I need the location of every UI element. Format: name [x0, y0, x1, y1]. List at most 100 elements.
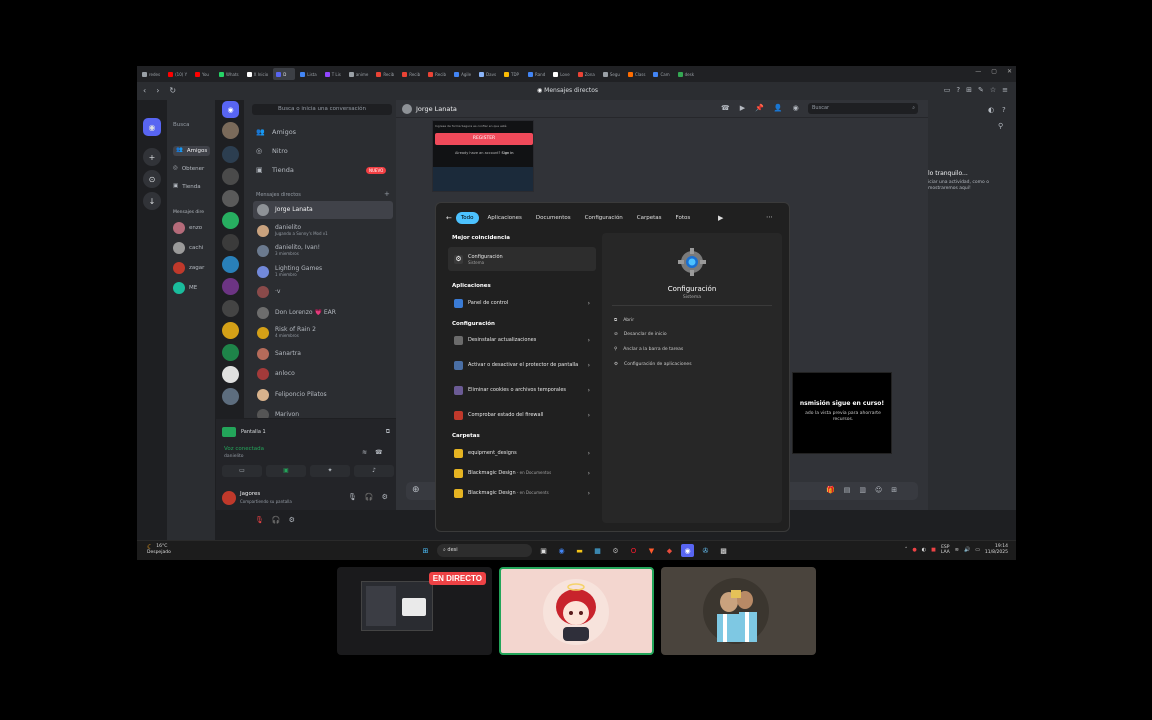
avatar[interactable] — [222, 491, 236, 505]
server-icon[interactable] — [222, 234, 239, 251]
detail-action[interactable]: ⚙ Configuración de aplicaciones — [614, 362, 692, 367]
dm-item[interactable]: Lighting Games 1 miembro — [253, 263, 393, 281]
browser-tab[interactable]: (10) Y — [165, 68, 190, 80]
app-icon[interactable]: ◆ — [663, 544, 676, 557]
back-icon[interactable]: ‹ — [143, 86, 146, 95]
back-arrow-icon[interactable]: ← — [446, 214, 452, 222]
detail-action[interactable]: ⚲ Anclar a la barra de tareas — [614, 347, 683, 352]
inbox-icon[interactable]: ▭ — [944, 86, 951, 94]
soundboard-button[interactable]: ♪ — [354, 465, 394, 477]
filter-chip[interactable]: Fotos — [671, 212, 696, 224]
dm-item[interactable]: cachi — [173, 242, 203, 254]
discord-home-icon[interactable]: ◉ — [222, 101, 239, 118]
add-dm-icon[interactable]: + — [384, 190, 390, 198]
headphones-icon[interactable]: 🎧 — [365, 493, 374, 501]
app-icon[interactable]: ▩ — [717, 544, 730, 557]
tray-app-icon[interactable]: ◐ — [922, 547, 926, 553]
explore-icon[interactable]: ⊙ — [143, 170, 161, 188]
call-icon[interactable]: ☎ — [721, 104, 730, 112]
clock[interactable]: 19:14 11/8/2025 — [985, 544, 1008, 556]
settings-icon[interactable]: ⚙ — [609, 544, 622, 557]
nav-nitro[interactable]: ◎ Obtener — [173, 166, 204, 172]
pin-icon[interactable]: ✎ — [978, 86, 984, 94]
chat-search-input[interactable]: Buscar ⌕ — [808, 103, 918, 114]
dm-item[interactable]: anloco — [253, 365, 393, 383]
file-explorer-icon[interactable]: ▬ — [573, 544, 586, 557]
task-view-icon[interactable]: ▣ — [537, 544, 550, 557]
filter-chip[interactable]: Configuración — [580, 212, 628, 224]
close-icon[interactable]: ✕ — [1007, 68, 1012, 75]
reload-icon[interactable]: ↻ — [169, 86, 176, 95]
conversation-search[interactable]: Busca o inicia una conversación — [252, 104, 392, 115]
pin-icon[interactable]: ⚲ — [998, 122, 1003, 130]
more-filters-icon[interactable]: ▶ — [718, 214, 723, 222]
settings-icon[interactable]: ⚙ — [382, 493, 388, 501]
gift-icon[interactable]: 🎁 — [826, 486, 835, 494]
help-icon[interactable]: ? — [956, 86, 960, 94]
popout-icon[interactable]: ⧉ — [386, 428, 390, 436]
help-icon[interactable]: ? — [1002, 106, 1006, 114]
tray-app-icon[interactable]: ● — [912, 547, 916, 553]
chrome-icon[interactable]: ◉ — [555, 544, 568, 557]
opera-icon[interactable]: O — [627, 544, 640, 557]
browser-tab[interactable]: Davs — [476, 68, 499, 80]
nav-friends[interactable]: 👥 Amigos — [173, 146, 211, 156]
dm-item[interactable]: Sanartra — [253, 345, 393, 363]
detail-action[interactable]: ⊘ Desanclar de inicio — [614, 332, 667, 337]
chevron-up-icon[interactable]: ˄ — [905, 547, 908, 553]
browser-tab[interactable]: D — [273, 68, 296, 80]
server-icon[interactable] — [222, 168, 239, 185]
server-icon[interactable] — [222, 190, 239, 207]
filter-chip[interactable]: Documentos — [531, 212, 576, 224]
nav-shop[interactable]: ▣ Tienda — [173, 184, 201, 190]
brave-icon[interactable]: ▼ — [645, 544, 658, 557]
browser-tab[interactable]: redes — [139, 68, 163, 80]
filter-chip[interactable]: Todo — [455, 212, 479, 224]
browser-tab[interactable]: Rand — [525, 68, 548, 80]
browser-tab[interactable]: You — [192, 68, 214, 80]
search-box[interactable]: Busca — [173, 122, 190, 128]
server-icon[interactable] — [222, 388, 239, 405]
browser-tab[interactable]: T Lis — [322, 68, 344, 80]
browser-tab[interactable]: Recib — [425, 68, 449, 80]
pin-icon[interactable]: 📌 — [755, 104, 764, 112]
taskbar-search[interactable]: ⌕ desi — [437, 544, 532, 557]
maximize-icon[interactable]: ▢ — [991, 68, 997, 75]
dm-item[interactable]: zagar — [173, 262, 204, 274]
participant-tile[interactable] — [661, 567, 816, 655]
server-icon[interactable] — [222, 322, 239, 339]
server-icon[interactable] — [222, 366, 239, 383]
tray-app-icon[interactable]: ■ — [931, 547, 936, 553]
profile-icon[interactable]: ◉ — [793, 104, 799, 112]
screen-share-item[interactable]: Pantalla 1 ⧉ — [222, 425, 390, 439]
browser-tab[interactable]: Cam — [650, 68, 672, 80]
store-icon[interactable]: ▦ — [591, 544, 604, 557]
video-icon[interactable]: ▶ — [740, 104, 745, 112]
browser-tab[interactable]: Love — [550, 68, 572, 80]
language-indicator[interactable]: ESP LAA — [941, 545, 950, 555]
participant-tile-stream[interactable]: EN DIRECTO — [337, 567, 492, 655]
search-result-item[interactable]: Blackmagic Design - en Documents › — [448, 484, 596, 502]
search-result-item[interactable]: equipment_designs › — [448, 444, 596, 462]
browser-tab[interactable]: X Inicio — [244, 68, 272, 80]
menu-icon[interactable]: ≡ — [1002, 86, 1008, 94]
windows-start-icon[interactable]: ⊞ — [419, 544, 432, 557]
activity-button[interactable]: ✦ — [310, 465, 350, 477]
extensions-icon[interactable]: ⊞ — [966, 86, 972, 94]
browser-tab[interactable]: anime — [346, 68, 371, 80]
battery-icon[interactable]: ▭ — [975, 547, 980, 553]
wifi-icon[interactable]: ≋ — [955, 547, 959, 553]
search-result-item[interactable]: Activar o desactivar el protector de pan… — [448, 356, 596, 374]
weather-widget[interactable]: ☾ 16°C Despejado — [147, 544, 171, 556]
browser-tab[interactable]: Lista — [297, 68, 319, 80]
stream-preview[interactable]: Ingresa de forma Segura es confiar en qu… — [432, 120, 534, 192]
browser-tab[interactable]: Segu — [600, 68, 623, 80]
add-server-icon[interactable]: + — [143, 148, 161, 166]
apps-icon[interactable]: ⊞ — [891, 486, 897, 494]
gif-icon[interactable]: ▤ — [844, 486, 851, 494]
search-result-item[interactable]: Blackmagic Design - en Documentos › — [448, 464, 596, 482]
browser-tab[interactable]: Recib — [399, 68, 423, 80]
nav-friends[interactable]: 👥 Amigos — [256, 128, 296, 136]
filter-chip[interactable]: Aplicaciones — [483, 212, 527, 224]
bookmark-icon[interactable]: ☆ — [990, 86, 996, 94]
